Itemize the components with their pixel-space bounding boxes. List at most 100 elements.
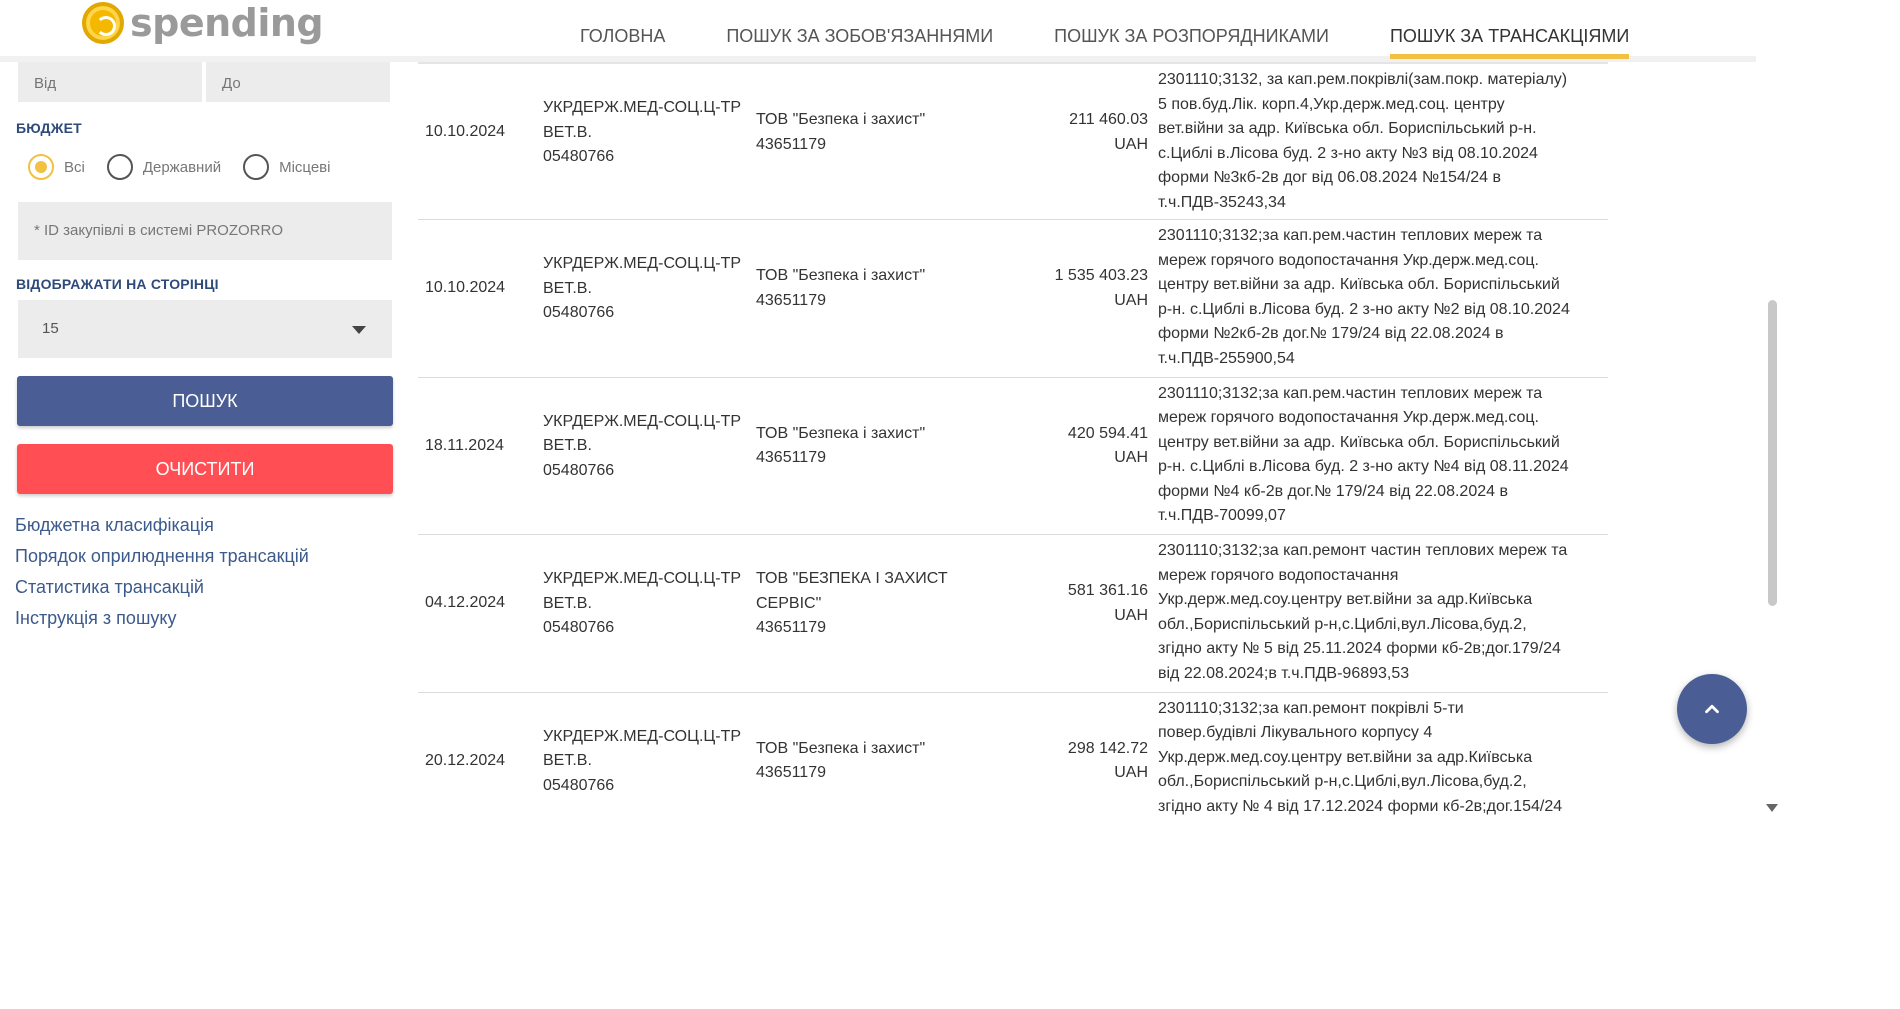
amount-value: 581 361.16: [1067, 582, 1148, 599]
per-page-select[interactable]: 15: [18, 300, 392, 358]
description-cell-line: згідно акту № 4 від 17.12.2024 форми кб-…: [1158, 797, 1563, 815]
description-cell-line: вет.війни за адр. Київська обл. Бориспіл…: [1158, 120, 1537, 137]
table-row[interactable]: 04.12.2024 УКРДЕРЖ.МЕД-СОЦ.Ц-ТР ВЕТ.В. 0548…: [418, 534, 1608, 692]
main-nav: ГОЛОВНА ПОШУК ЗА ЗОБОВ'ЯЗАННЯМИ ПОШУК ЗА…: [580, 26, 1690, 59]
link-transaction-stats[interactable]: Статистика трансакцій: [15, 572, 309, 603]
scrollbar[interactable]: [1766, 0, 1778, 823]
caret-down-icon: [352, 326, 366, 334]
transaction-date: 18.11.2024: [425, 436, 504, 454]
description-cell-line: згідно акту № 5 від 25.11.2024 форми кб-…: [1158, 640, 1561, 657]
description-cell-line: форми №2кб-2в дог.№ 179/24 від 22.08.202…: [1158, 325, 1504, 342]
radio-label: Всі: [64, 158, 85, 176]
nav-managers[interactable]: ПОШУК ЗА РОЗПОРЯДНИКАМИ: [1054, 26, 1329, 59]
description-cell-line: р-н. с.Циблі в.Лісова буд. 2 з-но акту №…: [1158, 300, 1570, 318]
description-cell-line: 2301110;3132;за кап.ремонт частин теплов…: [1158, 542, 1568, 559]
receiver-cell-line: СЕРВІС": [756, 594, 822, 612]
table-row[interactable]: 18.11.2024 УКРДЕРЖ.МЕД-СОЦ.Ц-ТР ВЕТ.В. 0548…: [418, 376, 1608, 535]
description-cell-line: від 22.08.2024;в т.ч.ПДВ-96893,53: [1158, 664, 1410, 682]
amount-value: 211 460.03: [1069, 111, 1148, 128]
radio-state[interactable]: Державний: [106, 154, 222, 180]
description-cell-line: 2301110;3132;за кап.рем.частин теплових …: [1158, 227, 1543, 244]
description-cell-line: мереж горячого водопостачання Укр.держ.м…: [1158, 251, 1539, 269]
payer-cell-line: 05480766: [543, 461, 615, 479]
nav-obligations[interactable]: ПОШУК ЗА ЗОБОВ'ЯЗАННЯМИ: [726, 26, 993, 59]
description-cell-line: 2301110;3132, за кап.рем.покрівлі(зам.по…: [1158, 71, 1568, 88]
radio-label: Місцеві: [279, 158, 331, 176]
radio-label: Державний: [142, 158, 222, 176]
payer-cell: УКРДЕРЖ.МЕД-СОЦ.Ц-ТР ВЕТ.В. 05480766: [543, 96, 753, 170]
amount-cell: 420 594.41 UAH: [978, 422, 1148, 471]
receiver-cell-line: 43651179: [756, 764, 826, 781]
nav-home[interactable]: ГОЛОВНА: [580, 26, 665, 59]
back-to-top-button[interactable]: [1677, 674, 1747, 744]
payer-cell-line: УКРДЕРЖ.МЕД-СОЦ.Ц-ТР: [543, 412, 742, 430]
receiver-cell-line: ТОВ "Безпека і захист": [756, 111, 926, 128]
payer-cell: УКРДЕРЖ.МЕД-СОЦ.Ц-ТР ВЕТ.В. 05480766: [543, 252, 753, 326]
description-cell-line: Укр.держ.мед.соу.центру вет.війни за адр…: [1158, 748, 1533, 766]
link-publication-order[interactable]: Порядок оприлюднення трансакцій: [15, 541, 309, 572]
link-search-instructions[interactable]: Інструкція з пошуку: [15, 603, 309, 634]
transaction-date: 20.12.2024: [425, 751, 506, 769]
description-cell-line: 2301110;3132;за кап.рем.частин теплових …: [1158, 384, 1543, 402]
receiver-cell-line: 43651179: [756, 135, 826, 153]
description-cell-line: обл.,Бориспільський р-н,с.Циблі,вул.Лісо…: [1158, 615, 1527, 633]
payer-cell-line: УКРДЕРЖ.МЕД-СОЦ.Ц-ТР: [543, 99, 742, 116]
amount-currency: UAH: [1114, 449, 1148, 466]
payer-cell: УКРДЕРЖ.МЕД-СОЦ.Ц-ТР ВЕТ.В. 05480766: [543, 567, 753, 641]
transaction-date: 10.10.2024: [425, 279, 506, 296]
nav-transactions[interactable]: ПОШУК ЗА ТРАНСАКЦІЯМИ: [1389, 26, 1630, 59]
description-cell-line: форми №3кб-2в дог від 06.08.2024 №154/24…: [1158, 169, 1502, 186]
amount-value: 420 594.41: [1067, 424, 1148, 442]
search-button[interactable]: ПОШУК: [17, 376, 393, 426]
prozorro-id-input[interactable]: * ID закупівлі в системі PROZORRO: [18, 202, 392, 260]
description-cell-line: 5 пов.буд.Лік. корп.4,Укр.держ.мед.соц. …: [1158, 95, 1505, 113]
receiver-cell: ТОВ "Безпека і захист" 43651179: [756, 108, 986, 157]
link-budget-classification[interactable]: Бюджетна класифікація: [15, 510, 309, 541]
payer-cell: УКРДЕРЖ.МЕД-СОЦ.Ц-ТР ВЕТ.В. 05480766: [543, 725, 753, 799]
payer-cell-line: 05480766: [543, 619, 615, 636]
amount-currency: UAH: [1114, 291, 1148, 309]
site-header: spending ГОЛОВНА ПОШУК ЗА ЗОБОВ'ЯЗАННЯМИ…: [0, 0, 1756, 62]
description-cell-line: повер.будівлі Лікувального корпусу 4: [1158, 724, 1433, 741]
amount-cell: 298 142.72 UAH: [978, 737, 1148, 786]
description-cell-line: р-н. с.Циблі в.Лісова буд. 2 з-но акту №…: [1158, 458, 1569, 475]
description-cell: 2301110;3132, за кап.рем.покрівлі(зам.по…: [1158, 68, 1608, 215]
description-cell: 2301110;3132;за кап.рем.частин теплових …: [1158, 382, 1608, 529]
amount-currency: UAH: [1114, 135, 1148, 153]
table-row[interactable]: 20.12.2024 УКРДЕРЖ.МЕД-СОЦ.Ц-ТР ВЕТ.В. 0548…: [418, 691, 1608, 824]
logo-text: spending: [130, 1, 324, 45]
description-cell-line: Укр.держ.мед.соу.центру вет.війни за адр…: [1158, 591, 1533, 608]
scrollbar-thumb[interactable]: [1768, 300, 1777, 606]
date-from-input[interactable]: [18, 62, 202, 102]
transaction-date: 04.12.2024: [425, 594, 506, 611]
clear-button[interactable]: ОЧИСТИТИ: [17, 444, 393, 494]
table-row[interactable]: 10.10.2024 УКРДЕРЖ.МЕД-СОЦ.Ц-ТР ВЕТ.В. 0548…: [418, 219, 1608, 377]
description-cell-line: мереж горячого водопостачання Укр.держ.м…: [1158, 409, 1539, 426]
chevron-up-icon: [1705, 704, 1719, 714]
payer-cell: УКРДЕРЖ.МЕД-СОЦ.Ц-ТР ВЕТ.В. 05480766: [543, 410, 753, 484]
table-row[interactable]: 10.10.2024 УКРДЕРЖ.МЕД-СОЦ.Ц-ТР ВЕТ.В. 0548…: [418, 62, 1608, 219]
date-to-input[interactable]: [206, 62, 390, 102]
info-links: Бюджетна класифікація Порядок оприлюднен…: [15, 510, 309, 634]
per-page-heading: ВІДОБРАЖАТИ НА СТОРІНЦІ: [16, 276, 219, 292]
logo-icon: [82, 2, 124, 44]
description-cell-line: центру вет.війни за адр. Київська обл. Б…: [1158, 276, 1560, 293]
transactions-table: 10.10.2024 УКРДЕРЖ.МЕД-СОЦ.Ц-ТР ВЕТ.В. 0548…: [418, 62, 1608, 823]
logo[interactable]: spending: [82, 0, 324, 46]
receiver-cell: ТОВ "Безпека і захист" 43651179: [756, 422, 986, 471]
radio-all[interactable]: Всі: [28, 154, 85, 180]
date-range: [18, 62, 390, 102]
radio-selected-icon: [28, 154, 54, 180]
radio-local[interactable]: Місцеві: [243, 154, 330, 180]
receiver-cell-line: ТОВ "БЕЗПЕКА І ЗАХИСТ: [756, 570, 948, 587]
payer-cell-line: УКРДЕРЖ.МЕД-СОЦ.Ц-ТР: [543, 570, 742, 587]
payer-cell-line: ВЕТ.В.: [543, 594, 592, 612]
description-cell: 2301110;3132;за кап.ремонт частин теплов…: [1158, 539, 1608, 686]
scroll-down-icon[interactable]: [1766, 804, 1778, 812]
description-cell-line: 2301110;3132;за кап.ремонт покрівлі 5-ти: [1158, 699, 1464, 717]
description-cell-line: с.Циблі в.Лісова буд. 2 з-но акту №3 від…: [1158, 144, 1538, 162]
budget-heading: БЮДЖЕТ: [16, 120, 82, 136]
description-cell-line: т.ч.ПДВ-70099,07: [1158, 507, 1286, 524]
receiver-cell: ТОВ "БЕЗПЕКА І ЗАХИСТ СЕРВІС" 43651179: [756, 567, 986, 641]
amount-value: 1 535 403.23: [1054, 267, 1148, 284]
